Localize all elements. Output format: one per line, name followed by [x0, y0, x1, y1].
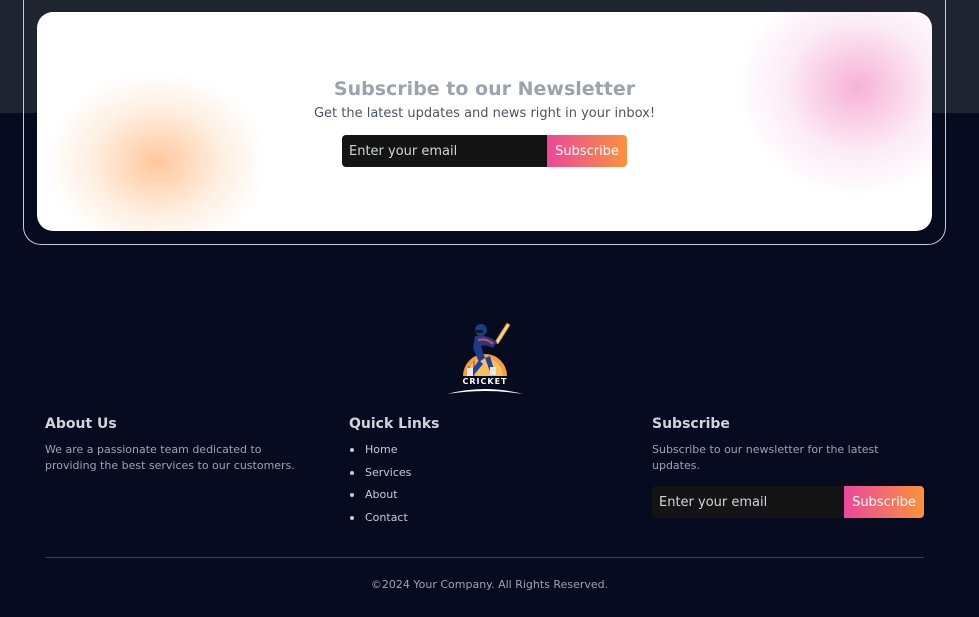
subscribe-text: Subscribe to our newsletter for the late… [652, 443, 879, 472]
quick-links-heading: Quick Links [349, 416, 440, 432]
newsletter-email-input[interactable] [342, 135, 547, 167]
footer-quick-links: Quick Links Home Services About Contact [349, 416, 599, 532]
quick-links-list: Home Services About Contact [349, 442, 599, 532]
about-heading: About Us [45, 416, 117, 432]
footer-subscribe-form: Subscribe [652, 486, 924, 518]
quick-link-about[interactable]: About [349, 487, 599, 510]
copyright-text: ©2024 Your Company. All Rights Reserved. [370, 578, 609, 591]
footer-subscribe: Subscribe Subscribe to our newsletter fo… [652, 416, 924, 518]
newsletter-subtitle: Get the latest updates and news right in… [313, 106, 656, 121]
newsletter-subscribe-button[interactable]: Subscribe [547, 135, 627, 167]
about-text: We are a passionate team dedicated to pr… [45, 443, 295, 472]
footer-about: About Us We are a passionate team dedica… [45, 416, 315, 474]
footer-divider [45, 557, 924, 558]
quick-link-contact[interactable]: Contact [349, 510, 599, 533]
footer-email-input[interactable] [652, 486, 844, 518]
newsletter-title: Subscribe to our Newsletter [333, 78, 636, 100]
logo-text: CRICKET [462, 377, 508, 386]
subscribe-heading: Subscribe [652, 416, 730, 432]
cricket-logo: CRICKET [445, 318, 525, 396]
footer-subscribe-button[interactable]: Subscribe [844, 486, 924, 518]
quick-link-home[interactable]: Home [349, 442, 599, 465]
newsletter-form: Subscribe [342, 135, 627, 167]
newsletter-card: Subscribe to our Newsletter Get the late… [37, 12, 932, 231]
quick-link-services[interactable]: Services [349, 465, 599, 488]
